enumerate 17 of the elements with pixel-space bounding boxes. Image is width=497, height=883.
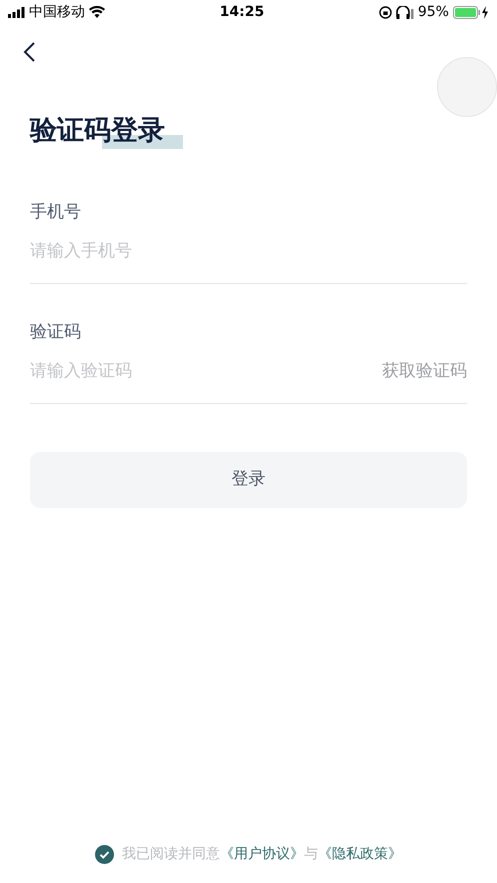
page-title: 验证码登录 <box>30 111 165 152</box>
headphones-icon <box>396 6 414 18</box>
battery-charging-icon <box>452 6 489 18</box>
field-label: 手机号 <box>30 200 82 224</box>
wifi-icon <box>89 6 105 18</box>
battery-percent: 95% <box>418 2 449 22</box>
field-label: 验证码 <box>30 320 82 344</box>
carrier-name: 中国移动 <box>29 2 85 22</box>
agreement-checkbox[interactable] <box>95 845 114 864</box>
signal-icon <box>8 6 25 18</box>
user-agreement-link[interactable]: 《用户协议》 <box>220 846 304 862</box>
agreement-text: 我已阅读并同意《用户协议》与《隐私政策》 <box>122 845 402 864</box>
rotation-lock-icon <box>378 6 392 18</box>
login-button[interactable]: 登录 <box>30 452 467 508</box>
privacy-policy-link[interactable]: 《隐私政策》 <box>318 846 402 862</box>
back-icon[interactable] <box>22 40 36 63</box>
clock: 14:25 <box>220 2 264 22</box>
